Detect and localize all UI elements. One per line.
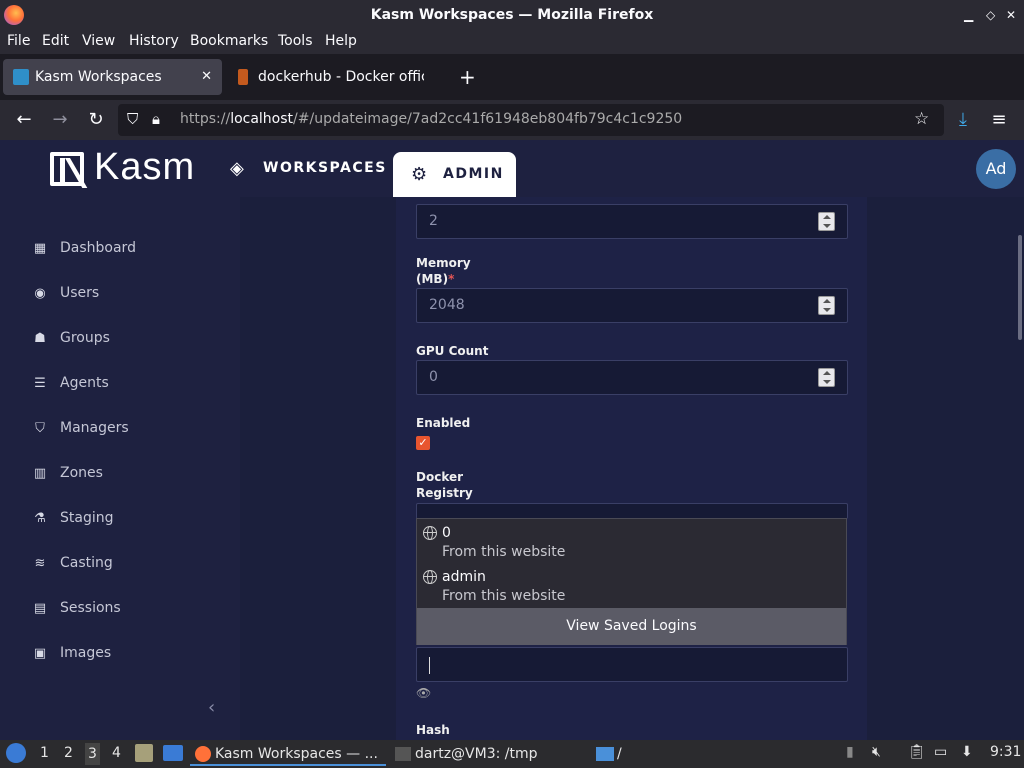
nav-workspaces[interactable]: ◈ WORKSPACES (230, 140, 387, 197)
url-text[interactable]: https://localhost/#/updateimage/7ad2cc41… (180, 111, 682, 127)
nav-admin[interactable]: ⚙ ADMIN (393, 152, 516, 197)
workspace-4[interactable]: 4 (112, 745, 121, 761)
network-icon[interactable]: ▭ (934, 744, 947, 760)
cast-icon: ≋ (34, 556, 46, 571)
agents-icon: ☰ (34, 376, 46, 391)
task-terminal[interactable]: dartz@VM3: /tmp (395, 742, 585, 766)
cores-input[interactable]: 2 (416, 204, 848, 239)
reload-icon[interactable]: ↻ (84, 108, 108, 132)
gpu-count-label: GPU Count (416, 344, 489, 358)
menu-bar: File Edit View History Bookmarks Tools H… (0, 30, 1024, 54)
navigation-toolbar: ← → ↻ ⛉ 🔒︎ https://localhost/#/updateima… (0, 100, 1024, 140)
tab-dockerhub[interactable]: dockerhub - Docker offici (226, 59, 426, 95)
eye-slash-icon[interactable]: 👁︎ (416, 686, 431, 700)
spinner-icon[interactable] (818, 212, 835, 231)
menu-tools[interactable]: Tools (278, 33, 313, 49)
desktop-icon[interactable] (163, 745, 183, 761)
menu-help[interactable]: Help (325, 33, 357, 49)
menu-view[interactable]: View (82, 33, 115, 49)
menu-history[interactable]: History (129, 33, 179, 49)
clock: 9:31 (990, 744, 1022, 760)
flask-icon: ⚗ (34, 511, 46, 526)
url-bar[interactable]: ⛉ 🔒︎ https://localhost/#/updateimage/7ad… (118, 104, 944, 136)
avatar[interactable]: Ad (976, 149, 1016, 189)
lock-icon[interactable]: 🔒︎ (152, 110, 160, 128)
menu-bookmarks[interactable]: Bookmarks (190, 33, 268, 49)
close-tab-icon[interactable]: ✕ (201, 59, 212, 95)
docker-registry-input[interactable] (416, 503, 848, 519)
workspace-3[interactable]: 3 (85, 743, 100, 765)
page-scrollbar[interactable] (1018, 235, 1022, 340)
map-icon: ▥ (33, 466, 47, 481)
login-entry[interactable]: 0 From this website (417, 519, 848, 563)
download-icon[interactable]: ⤓ (951, 108, 975, 132)
forward-icon[interactable]: → (48, 108, 72, 132)
updates-icon[interactable]: ⬇ (961, 744, 973, 760)
kasm-header: Kasm ◈ WORKSPACES ⚙ ADMIN Ad (0, 140, 1024, 197)
stackoverflow-favicon-icon (238, 69, 248, 85)
tab-label: dockerhub - Docker offici (258, 69, 424, 85)
content-margin-right (867, 197, 1024, 740)
file-manager-icon[interactable] (135, 744, 153, 762)
login-entry[interactable]: admin From this website (417, 563, 848, 607)
hamburger-menu-icon[interactable]: ≡ (987, 108, 1011, 132)
bookmark-star-icon[interactable]: ☆ (914, 109, 929, 129)
memory-label: Memory (MB)* (416, 256, 471, 286)
docker-registry-label: Docker Registry (416, 470, 473, 500)
minimize-icon[interactable]: ▁ (964, 0, 973, 30)
memory-input[interactable]: 2048 (416, 288, 848, 323)
mute-icon[interactable]: 🔇︎ (872, 744, 881, 760)
tab-bar: Kasm Workspaces ✕ dockerhub - Docker off… (0, 54, 1024, 100)
image-icon: ▣ (33, 646, 47, 661)
spinner-icon[interactable] (818, 368, 835, 387)
hash-label: Hash (416, 723, 450, 737)
password-input[interactable] (416, 647, 848, 682)
task-firefox[interactable]: Kasm Workspaces — ... (190, 742, 386, 766)
window-title: Kasm Workspaces — Mozilla Firefox (370, 7, 654, 23)
view-saved-logins-button[interactable]: View Saved Logins (417, 608, 846, 645)
layers-icon: ◈ (230, 158, 246, 179)
close-window-icon[interactable]: ✕ (1006, 0, 1016, 30)
clipboard-icon[interactable]: 📋︎ (908, 744, 926, 760)
terminal-icon (395, 747, 411, 761)
enabled-checkbox[interactable]: ✓ (416, 436, 430, 450)
firefox-icon (195, 746, 211, 762)
window-titlebar: Kasm Workspaces — Mozilla Firefox ▁ ◇ ✕ (0, 0, 1024, 30)
firefox-icon (4, 5, 24, 25)
battery-icon[interactable]: ▮ (846, 744, 854, 760)
content-margin-left (240, 197, 396, 740)
menu-file[interactable]: File (7, 33, 30, 49)
system-taskbar: 1 2 3 4 Kasm Workspaces — ... dartz@VM3:… (0, 740, 1024, 768)
shield-icon[interactable]: ⛉ (127, 110, 138, 128)
dashboard-icon: ▦ (33, 241, 47, 256)
admin-sidebar: ▦ Dashboard ◉ Users ☗ Groups ☰ Agents ⛉ Manag… (0, 197, 240, 740)
globe-icon (423, 570, 437, 584)
shield-icon: ⛉ (35, 421, 45, 436)
globe-icon (423, 526, 437, 540)
folder-icon (596, 747, 614, 761)
groups-icon: ☗ (34, 331, 46, 346)
back-icon[interactable]: ← (12, 108, 36, 132)
saved-logins-popup: 0 From this website admin From this webs… (416, 518, 847, 645)
maximize-icon[interactable]: ◇ (986, 0, 995, 30)
user-icon: ◉ (34, 286, 46, 301)
menu-edit[interactable]: Edit (42, 33, 69, 49)
chevron-left-icon[interactable]: ‹ (208, 697, 215, 718)
tab-label: Kasm Workspaces (35, 69, 162, 85)
task-files[interactable]: / (596, 742, 636, 766)
kasm-logo-icon (50, 152, 84, 186)
text-caret (429, 657, 430, 674)
kasm-logo[interactable]: Kasm (50, 146, 200, 190)
start-menu-icon[interactable] (6, 743, 26, 763)
tab-kasm-workspaces[interactable]: Kasm Workspaces ✕ (3, 59, 222, 95)
workspace-2[interactable]: 2 (64, 745, 73, 761)
workspace-1[interactable]: 1 (40, 745, 49, 761)
gpu-count-input[interactable]: 0 (416, 360, 848, 395)
gear-icon: ⚙ (411, 164, 429, 185)
enabled-label: Enabled (416, 416, 471, 430)
table-icon: ▤ (33, 601, 47, 616)
spinner-icon[interactable] (818, 296, 835, 315)
new-tab-icon[interactable]: + (459, 59, 476, 95)
kasm-favicon-icon (13, 69, 29, 85)
